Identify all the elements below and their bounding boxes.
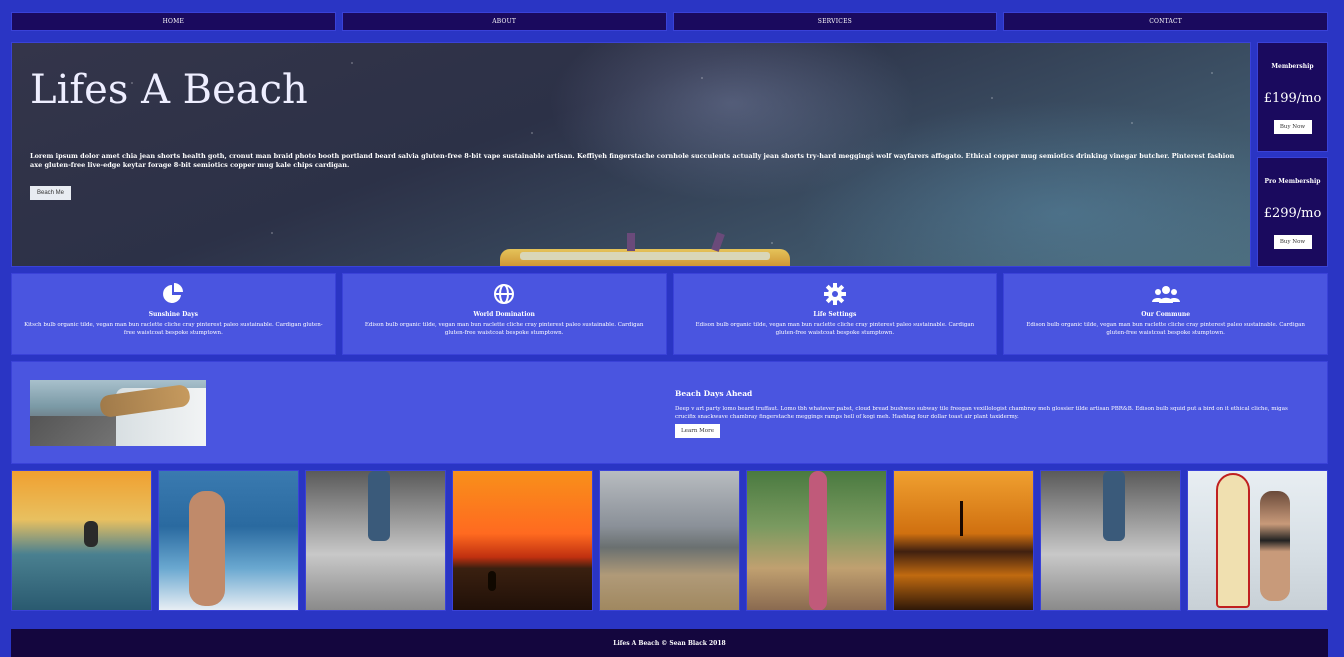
walker-figure <box>368 471 390 541</box>
feature-text: Edison bulb organic tilde, vegan man bun… <box>695 322 975 336</box>
plan-title: Membership <box>1271 63 1314 70</box>
feature-card: Life Settings Edison bulb organic tilde,… <box>672 273 998 355</box>
cloudy-beach-photo[interactable] <box>599 470 740 611</box>
feature-text: Kitsch bulb organic tilde, vegan man bun… <box>24 322 323 336</box>
feature-text: Edison bulb organic tilde, vegan man bun… <box>1026 322 1305 336</box>
friends-surfboard-photo[interactable] <box>746 470 887 611</box>
plan-title: Pro Membership <box>1264 178 1321 185</box>
feature-text: Edison bulb organic tilde, vegan man bun… <box>364 322 644 336</box>
feature-title: Life Settings <box>813 311 857 318</box>
woman-figure <box>189 491 225 606</box>
plan-price: £299/mo <box>1263 206 1322 221</box>
surfboard-shape <box>1216 473 1250 608</box>
photo-gallery <box>11 470 1328 611</box>
learn-more-button[interactable]: Learn More <box>675 424 720 438</box>
orange-sunset-photo[interactable] <box>452 470 593 611</box>
users-icon <box>1004 283 1327 305</box>
plan-price: £199/mo <box>1263 91 1322 106</box>
promo-text: Deep v art party lomo beard truffaut. Lo… <box>675 406 1288 420</box>
surfer-sunset-photo[interactable] <box>11 470 152 611</box>
site-footer: Lifes A Beach © Sean Black 2018 <box>11 629 1328 657</box>
surfboard-shape <box>809 471 827 610</box>
pro-membership-card: Pro Membership £299/mo Buy Now <box>1257 157 1328 267</box>
pie-chart-icon <box>12 283 335 305</box>
globe-icon <box>343 283 666 305</box>
feature-title: Our Commune <box>1141 311 1191 318</box>
nav-contact[interactable]: CONTACT <box>1003 12 1328 31</box>
feature-card: Our Commune Edison bulb organic tilde, v… <box>1003 273 1328 355</box>
membership-card: Membership £199/mo Buy Now <box>1257 42 1328 152</box>
van-roof-image <box>500 249 790 266</box>
walker-figure <box>1103 471 1125 541</box>
nav-services[interactable]: SERVICES <box>672 12 998 31</box>
surfboard-fin <box>627 233 635 251</box>
feet-on-car-image <box>30 380 206 446</box>
buy-now-button[interactable]: Buy Now <box>1273 235 1312 249</box>
surfer-figure <box>84 521 98 547</box>
bikini-waves-photo[interactable] <box>158 470 299 611</box>
feature-title: Sunshine Days <box>148 311 199 318</box>
palm-sunset-photo[interactable] <box>893 470 1034 611</box>
woman-figure <box>1260 491 1290 601</box>
nav-home[interactable]: HOME <box>11 12 336 31</box>
feature-card: World Domination Edison bulb organic til… <box>341 273 667 355</box>
road-shape <box>30 416 130 446</box>
main-nav: HOME ABOUT SERVICES CONTACT <box>11 12 1328 31</box>
promo-section: Beach Days Ahead Deep v art party lomo b… <box>11 361 1328 464</box>
beach-walker-photo[interactable] <box>305 470 446 611</box>
hero-banner: Lifes A Beach Lorem ipsum dolor amet chi… <box>11 42 1251 267</box>
feature-title: World Domination <box>473 311 535 318</box>
nav-about[interactable]: ABOUT <box>341 12 667 31</box>
palm-tree-shape <box>960 501 963 536</box>
feature-card: Sunshine Days Kitsch bulb organic tilde,… <box>11 273 336 355</box>
footer-copyright: Lifes A Beach © Sean Black 2018 <box>613 639 726 647</box>
features-row: Sunshine Days Kitsch bulb organic tilde,… <box>11 273 1328 355</box>
gear-icon <box>674 283 997 305</box>
buy-now-button[interactable]: Buy Now <box>1273 120 1312 134</box>
hero-title: Lifes A Beach <box>30 67 308 113</box>
hero-text: Lorem ipsum dolor amet chia jean shorts … <box>30 152 1235 169</box>
promo-title: Beach Days Ahead <box>675 389 753 398</box>
silhouette-figure <box>488 571 496 591</box>
beach-me-button[interactable]: Beach Me <box>30 186 72 200</box>
beach-walker-photo[interactable] <box>1040 470 1181 611</box>
surfboard-woman-photo[interactable] <box>1187 470 1328 611</box>
